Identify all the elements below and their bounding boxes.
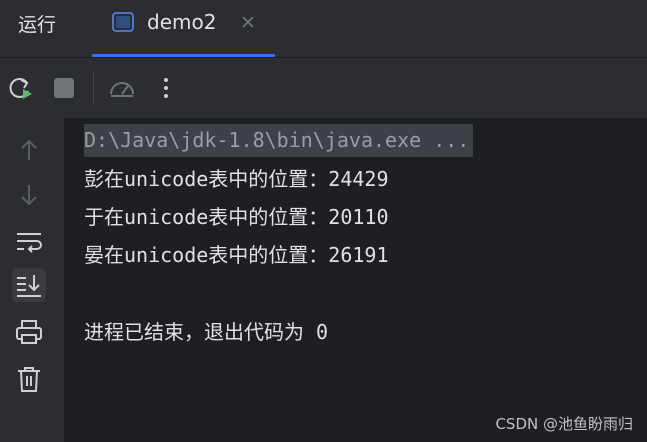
stop-icon[interactable] xyxy=(48,72,80,104)
close-icon[interactable]: ✕ xyxy=(240,12,256,34)
rerun-icon[interactable] xyxy=(4,72,36,104)
process-exit-message: 进程已结束，退出代码为 0 xyxy=(84,320,329,344)
output-line: 晏在unicode表中的位置：26191 xyxy=(84,243,389,267)
print-icon[interactable] xyxy=(12,315,46,349)
run-command-line: D:\Java\jdk-1.8\bin\java.exe ... xyxy=(84,124,474,157)
console-icon xyxy=(112,12,134,32)
soft-wrap-icon[interactable] xyxy=(12,224,46,258)
watermark: CSDN @池鱼盼雨归 xyxy=(495,415,633,433)
trash-icon[interactable] xyxy=(12,362,46,396)
arrow-up-icon[interactable] xyxy=(12,133,46,167)
tool-window-header: 运行 demo2 ✕ xyxy=(0,0,647,58)
console-sidebar xyxy=(0,118,64,442)
profiler-icon[interactable] xyxy=(106,72,138,104)
active-tab-indicator xyxy=(92,54,275,57)
scroll-to-end-icon[interactable] xyxy=(12,268,46,302)
output-line: 于在unicode表中的位置：20110 xyxy=(84,205,389,229)
arrow-down-icon[interactable] xyxy=(12,178,46,212)
run-toolbar xyxy=(0,58,647,118)
console-output[interactable]: D:\Java\jdk-1.8\bin\java.exe ... 彭在unico… xyxy=(64,118,647,442)
run-tool-window-title: 运行 xyxy=(18,14,57,36)
toolbar-separator xyxy=(93,72,94,104)
tab-demo2[interactable]: demo2 ✕ xyxy=(92,0,275,57)
tab-label: demo2 xyxy=(147,10,217,34)
more-icon[interactable] xyxy=(150,72,182,104)
output-line: 彭在unicode表中的位置：24429 xyxy=(84,167,389,191)
